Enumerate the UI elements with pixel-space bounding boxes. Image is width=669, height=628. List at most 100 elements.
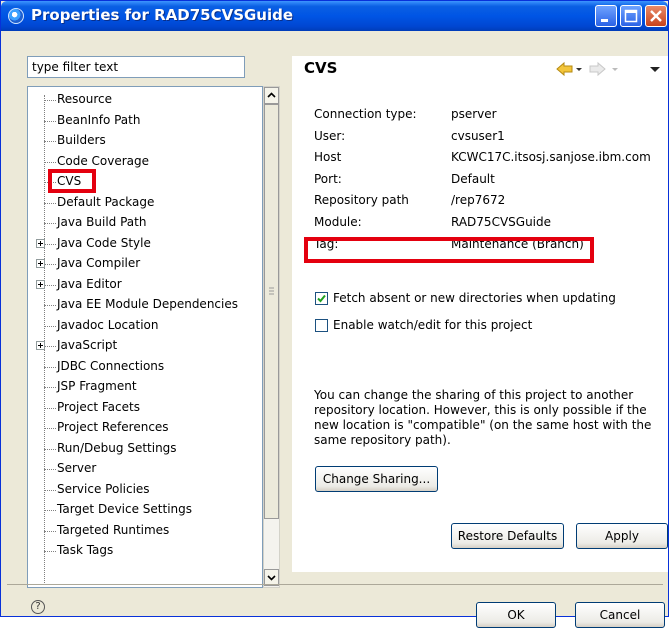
expand-plus-icon[interactable]: [36, 341, 45, 350]
option-label[interactable]: Enable watch/edit for this project: [333, 318, 532, 332]
tree-item[interactable]: Run/Debug Settings: [28, 440, 262, 460]
tree-item[interactable]: Resource: [28, 91, 262, 111]
expand-plus-icon[interactable]: [36, 238, 45, 248]
tree-connector: [44, 305, 56, 306]
close-button[interactable]: [645, 5, 667, 27]
tree-item[interactable]: Target Device Settings: [28, 501, 262, 521]
tree-item[interactable]: Server: [28, 460, 262, 480]
tree-item-label: Java Build Path: [57, 215, 147, 229]
tree-connector: [44, 407, 56, 409]
tree-item[interactable]: Java Editor: [28, 276, 262, 296]
minimize-icon: [601, 19, 608, 22]
tree-connector: [44, 489, 56, 491]
tree-connector: [44, 428, 56, 429]
tree-item-label: Code Coverage: [57, 153, 150, 168]
tree-item[interactable]: Project References: [28, 419, 262, 439]
tree-item-label: Javadoc Location: [57, 317, 159, 332]
info-label: Connection type:: [314, 107, 417, 121]
tree-connector: [44, 387, 56, 388]
info-value: pserver: [451, 107, 497, 121]
property-page-tree[interactable]: Resource BeanInfo Path Builders Code Covera…: [27, 86, 263, 588]
cvs-highlight-box: [48, 169, 96, 193]
tree-item[interactable]: Builders: [28, 132, 262, 152]
tree-item-label: JSP Fragment: [57, 379, 137, 393]
tree-item-label: Java Compiler: [57, 256, 141, 270]
tree-item[interactable]: JDBC Connections: [28, 358, 262, 378]
tree-connector: [44, 469, 56, 470]
footer-separator: [7, 584, 663, 585]
grip-icon: [269, 287, 274, 295]
tree-item[interactable]: JavaScript: [28, 337, 262, 357]
forward-arrow-icon[interactable]: [589, 61, 618, 77]
tree-item-label: Resource: [57, 92, 113, 106]
tree-item[interactable]: Targeted Runtimes: [28, 522, 262, 542]
tree-connector: [44, 366, 56, 368]
minimize-button[interactable]: [595, 5, 617, 27]
tree-item-label: Service Policies: [57, 481, 150, 496]
ok-button[interactable]: OK: [476, 602, 556, 628]
cancel-button[interactable]: Cancel: [575, 602, 665, 628]
tree-connector: [44, 510, 56, 511]
expand-plus-icon[interactable]: [36, 279, 45, 289]
tree-item[interactable]: Java Build Path: [28, 214, 262, 234]
description-line: You can change the sharing of this proje…: [314, 388, 634, 402]
restore-defaults-button[interactable]: Restore Defaults: [451, 523, 564, 549]
tree-item-label: Server: [57, 461, 97, 475]
tree-connector: [45, 284, 56, 286]
info-label: Repository path: [314, 193, 409, 208]
info-label: Module:: [314, 215, 362, 229]
maximize-icon: [624, 9, 638, 23]
maximize-button[interactable]: [620, 5, 642, 27]
info-value: RAD75CVSGuide: [451, 215, 552, 229]
tree-item[interactable]: Task Tags: [28, 542, 262, 562]
sharing-description: You can change the sharing of this proje…: [314, 388, 664, 448]
tree-scrollbar[interactable]: [263, 86, 280, 588]
info-label: Port:: [314, 171, 342, 186]
tree-item-label: Targeted Runtimes: [57, 522, 170, 537]
check-mark-icon: [317, 294, 326, 303]
tree-item[interactable]: BeanInfo Path: [28, 112, 262, 132]
tree-connector: [44, 202, 56, 204]
tree-connector: [45, 346, 56, 347]
title-bar[interactable]: Properties for RAD75CVSGuide: [1, 1, 668, 31]
tree-item[interactable]: Javadoc Location: [28, 317, 262, 337]
expand-plus-icon[interactable]: [36, 259, 45, 268]
tag-highlight-box: [304, 237, 594, 263]
filter-input[interactable]: [27, 56, 245, 78]
properties-icon: [8, 8, 24, 24]
scroll-thumb[interactable]: [264, 104, 279, 519]
apply-button[interactable]: Apply: [576, 523, 668, 549]
tree-item[interactable]: Java Code Style: [28, 235, 262, 255]
tree-connector: [44, 100, 56, 101]
tree-item-label: Default Package: [57, 194, 155, 209]
properties-dialog: Properties for RAD75CVSGuide Resource Bea…: [0, 0, 669, 628]
help-icon[interactable]: ?: [31, 600, 45, 614]
tree-item[interactable]: Java EE Module Dependencies: [28, 296, 262, 316]
page-navigation: [556, 61, 660, 77]
window-title: Properties for RAD75CVSGuide: [31, 6, 294, 24]
tree-item[interactable]: Service Policies: [28, 481, 262, 501]
option-checkbox[interactable]: [315, 292, 328, 305]
scroll-up-button[interactable]: [264, 87, 279, 104]
option-checkbox[interactable]: [315, 319, 328, 332]
info-label: User:: [314, 128, 346, 143]
tree-connector: [45, 243, 56, 245]
tree-item-label: Target Device Settings: [57, 502, 193, 516]
tree-connector: [45, 264, 56, 265]
view-menu-icon[interactable]: [650, 67, 660, 72]
tree-item[interactable]: Java Compiler: [28, 255, 262, 275]
tree-item-label: Project Facets: [57, 399, 140, 414]
tree-connector: [44, 223, 56, 224]
tree-item[interactable]: Default Package: [28, 194, 262, 214]
tree-connector: [44, 551, 56, 552]
back-arrow-icon[interactable]: [556, 61, 582, 77]
tree-item[interactable]: JSP Fragment: [28, 378, 262, 398]
tree-item[interactable]: Project Facets: [28, 399, 262, 419]
tree-item-label: Java EE Module Dependencies: [57, 297, 238, 311]
info-value: KCWC17C.itsosj.sanjose.ibm.com: [451, 150, 651, 165]
tree-connector: [44, 530, 56, 532]
chevron-down-icon: [267, 575, 276, 581]
option-label[interactable]: Fetch absent or new directories when upd…: [333, 291, 616, 305]
tree-item-label: JDBC Connections: [57, 358, 165, 373]
change-sharing-button[interactable]: Change Sharing...: [315, 466, 438, 492]
